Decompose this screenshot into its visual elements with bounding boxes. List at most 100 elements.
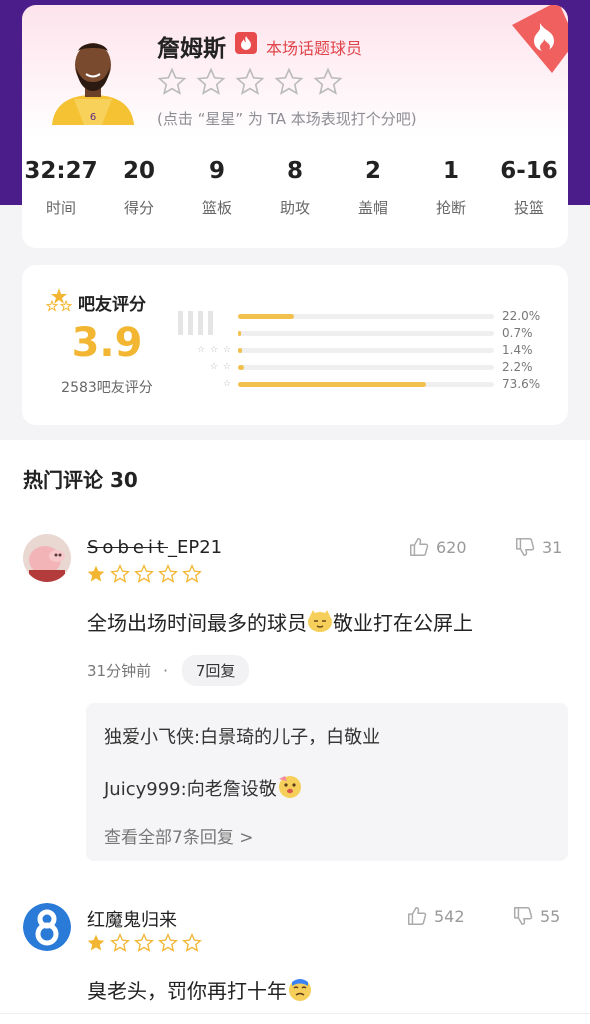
- stat-minutes: 32:27 时间: [22, 155, 100, 218]
- reply-text: :向老詹设敬: [180, 779, 277, 800]
- rating-bar-3: ☆ ☆ ☆ 1.4%: [182, 343, 552, 357]
- star-icon[interactable]: [313, 67, 343, 97]
- thumbs-down-icon: [514, 907, 533, 925]
- stat-label: 抢断: [435, 199, 466, 217]
- bar-stars-label: ☆ ☆: [210, 362, 232, 372]
- comments-section: 热门评论 30 Sobeit_EP21 620 31 全场出场时间最多的球员 敬业…: [0, 440, 590, 1024]
- rating-bar-5: 22.0%: [182, 309, 552, 323]
- bar-track: [238, 364, 494, 370]
- stat-value: 8: [286, 158, 303, 184]
- stat-assists: 8 助攻: [256, 155, 334, 218]
- stat-rebounds: 9 篮板: [178, 155, 256, 218]
- reply-user[interactable]: 独爱小飞侠: [104, 727, 194, 748]
- star-icon: [182, 564, 202, 583]
- dislike-count: 55: [540, 906, 561, 926]
- svg-text:6: 6: [90, 112, 96, 123]
- star-icon: [110, 933, 130, 952]
- player-avatar[interactable]: 6: [44, 27, 142, 125]
- thumbs-up-icon: [410, 538, 429, 556]
- rating-title: 吧友评分: [78, 295, 146, 315]
- stat-label: 时间: [45, 199, 76, 217]
- star-icon[interactable]: [274, 67, 304, 97]
- bar-percent: 0.7%: [502, 326, 533, 340]
- bar-track: [238, 381, 494, 387]
- stat-points: 20 得分: [100, 155, 178, 218]
- stat-value: 9: [208, 158, 225, 184]
- avatar[interactable]: [23, 534, 71, 582]
- star-icon: [182, 933, 202, 952]
- stat-label: 投篮: [513, 199, 544, 217]
- thumbs-down-icon: [516, 538, 535, 556]
- stat-value: 2: [364, 158, 381, 184]
- reply-item[interactable]: 独爱小飞侠:白景琦的儿子，白敬业: [104, 723, 380, 749]
- bar-fill: [238, 381, 427, 387]
- player-stats: 32:27 时间 20 得分 9 篮板 8 助攻 2 盖帽 1 抢断 6-16 投篮: [22, 155, 568, 218]
- dislike-button[interactable]: 55: [512, 905, 560, 927]
- stat-label: 得分: [123, 199, 154, 217]
- star-icon: [158, 564, 178, 583]
- comment-time: 31分钟前: [87, 662, 152, 680]
- thumbs-up-icon: [408, 907, 427, 925]
- reply-text: :白景琦的儿子，白敬业: [194, 727, 381, 748]
- bar-fill: [238, 330, 241, 336]
- username-suffix: _EP21: [168, 537, 223, 558]
- rating-bar-2: ☆ ☆ 2.2%: [182, 360, 552, 374]
- stat-label: 篮板: [201, 199, 232, 217]
- bar-track: [238, 313, 494, 319]
- star-icon[interactable]: [235, 67, 265, 97]
- star-icon: [158, 933, 178, 952]
- smug-cat-emoji-icon: [308, 610, 332, 632]
- rate-hint: (点击 “星星” 为 TA 本场表现打个分吧): [157, 110, 417, 128]
- bar-fill: [238, 364, 244, 370]
- stat-value: 6-16: [500, 158, 558, 184]
- username-struck: Sobeit: [87, 537, 168, 558]
- bar-percent: 22.0%: [502, 309, 541, 323]
- bar-stars-label: ☆ ☆ ☆: [197, 345, 232, 355]
- star-filled-icon: [87, 565, 105, 582]
- meta-dot: ·: [163, 661, 168, 680]
- stat-label: 助攻: [279, 199, 310, 217]
- dislike-count: 31: [542, 537, 563, 557]
- stars-cluster-icon: [46, 288, 72, 312]
- avatar[interactable]: [23, 903, 71, 951]
- comment-username[interactable]: 红魔鬼归来: [87, 906, 177, 932]
- crying-face-emoji-icon: [289, 979, 311, 1001]
- hot-comments-header: 热门评论 30: [23, 468, 138, 492]
- comment-text-part: 臭老头，罚你再打十年: [87, 979, 287, 1003]
- topic-player-label: 本场话题球员: [266, 39, 363, 58]
- reply-item[interactable]: Juicy999:向老詹设敬: [104, 773, 303, 801]
- comment-meta: 31分钟前 · 7回复: [87, 655, 250, 686]
- bar-track: [238, 347, 494, 353]
- reply-user[interactable]: Juicy999: [104, 779, 181, 800]
- bar-stars-label: ☆: [222, 379, 232, 389]
- bar-fill: [238, 313, 295, 319]
- stat-steals: 1 抢断: [412, 155, 490, 218]
- star-icon[interactable]: [196, 67, 226, 97]
- star-icon[interactable]: [157, 67, 187, 97]
- stat-label: 盖帽: [357, 199, 388, 217]
- dislike-button[interactable]: 31: [514, 536, 562, 558]
- reply-count-button[interactable]: 7回复: [181, 655, 250, 686]
- comment-username[interactable]: Sobeit_EP21: [87, 537, 222, 558]
- like-button[interactable]: 542: [406, 905, 465, 927]
- stat-value: 20: [122, 158, 155, 184]
- comment-rating-stars: [86, 933, 202, 953]
- player-name: 詹姆斯: [157, 36, 226, 62]
- see-all-replies-link[interactable]: 查看全部7条回复 >: [104, 823, 253, 848]
- bar-percent: 2.2%: [502, 360, 533, 374]
- stat-value: 32:27: [24, 158, 98, 184]
- like-count: 620: [436, 537, 467, 557]
- rating-score: 3.9: [71, 320, 143, 366]
- star-filled-icon: [87, 934, 105, 951]
- replies-box: 独爱小飞侠:白景琦的儿子，白敬业 Juicy999:向老詹设敬 查看全部7条回复…: [86, 703, 568, 861]
- player-card: 6 詹姆斯 本场话题球员 (点击 “星星” 为 TA 本场表现打个分吧) 32:…: [22, 5, 568, 248]
- bar-track: [238, 330, 494, 336]
- comment-text: 全场出场时间最多的球员 敬业打在公屏上: [87, 607, 473, 636]
- fan-rating-card: 吧友评分 3.9 2583吧友评分 22.0% 0.7% ☆ ☆ ☆ 1.4% …: [22, 265, 568, 425]
- salute-face-emoji-icon: [278, 776, 301, 798]
- rating-stars-input: [157, 67, 343, 97]
- like-count: 542: [434, 906, 465, 926]
- like-button[interactable]: 620: [408, 536, 467, 558]
- fire-icon: [235, 32, 257, 54]
- star-icon: [110, 564, 130, 583]
